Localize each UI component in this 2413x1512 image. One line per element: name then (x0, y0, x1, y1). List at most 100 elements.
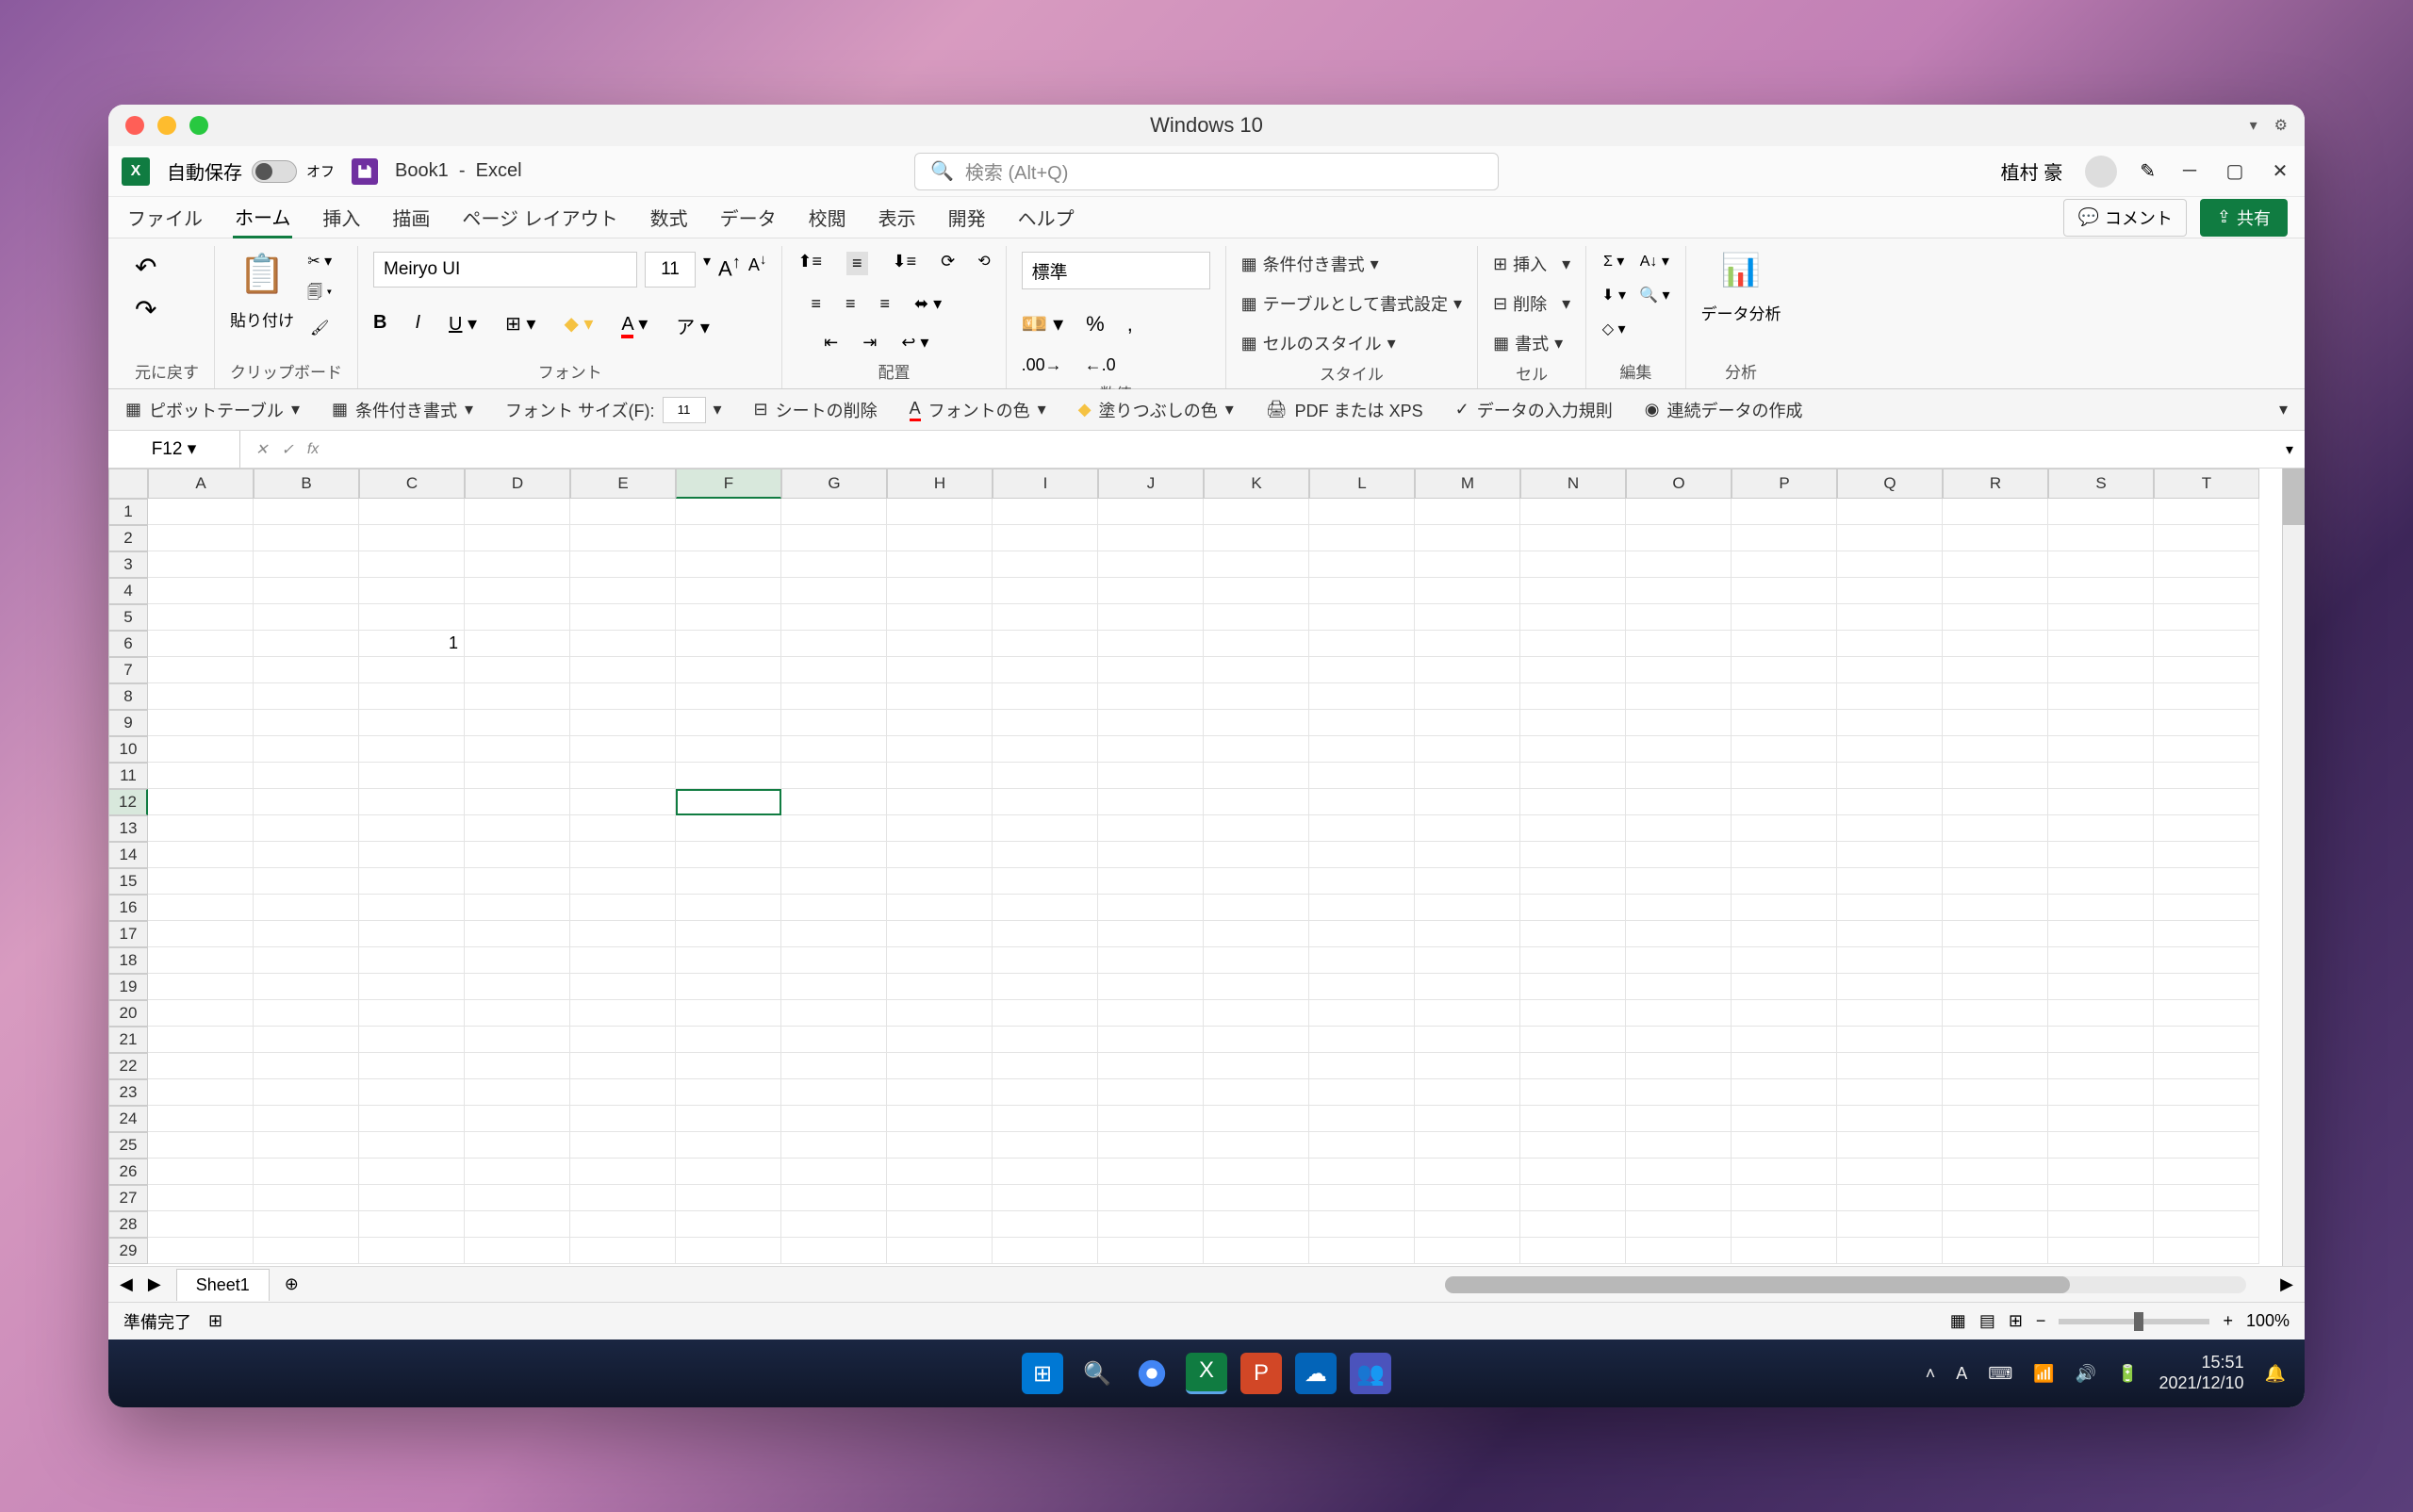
conditional-formatting-button[interactable]: ▦ 条件付き書式 ▾ (1241, 252, 1379, 276)
cell-R12[interactable] (1943, 789, 2048, 815)
cell-A24[interactable] (148, 1106, 254, 1132)
row-header-9[interactable]: 9 (108, 710, 148, 736)
cell-F8[interactable] (676, 683, 781, 710)
cell-T9[interactable] (2154, 710, 2259, 736)
cell-G26[interactable] (781, 1159, 887, 1185)
cell-P1[interactable] (1732, 499, 1837, 525)
clipboard-icon[interactable]: 📋 (238, 252, 286, 296)
cell-C15[interactable] (359, 868, 465, 895)
tab-view[interactable]: 表示 (877, 198, 918, 237)
cell-N26[interactable] (1520, 1159, 1626, 1185)
cell-C27[interactable] (359, 1185, 465, 1211)
cell-N5[interactable] (1520, 604, 1626, 631)
italic-button[interactable]: I (415, 312, 420, 339)
cell-G6[interactable] (781, 631, 887, 657)
cell-A1[interactable] (148, 499, 254, 525)
cell-F14[interactable] (676, 842, 781, 868)
cell-C6[interactable]: 1 (359, 631, 465, 657)
cell-S19[interactable] (2048, 974, 2154, 1000)
comma-button[interactable]: , (1127, 312, 1133, 337)
cell-G28[interactable] (781, 1211, 887, 1238)
cell-O25[interactable] (1626, 1132, 1732, 1159)
find-select-button[interactable]: 🔍 ▾ (1639, 286, 1669, 304)
cell-P24[interactable] (1732, 1106, 1837, 1132)
data-analysis-icon[interactable]: 📊 (1721, 252, 1761, 289)
cell-A5[interactable] (148, 604, 254, 631)
cell-S29[interactable] (2048, 1238, 2154, 1264)
cell-C13[interactable] (359, 815, 465, 842)
cell-H29[interactable] (887, 1238, 993, 1264)
cell-P23[interactable] (1732, 1079, 1837, 1106)
cell-B18[interactable] (254, 947, 359, 974)
cell-T27[interactable] (2154, 1185, 2259, 1211)
cell-O10[interactable] (1626, 736, 1732, 763)
cell-S9[interactable] (2048, 710, 2154, 736)
cell-I19[interactable] (993, 974, 1098, 1000)
cell-E29[interactable] (570, 1238, 676, 1264)
dropdown-icon[interactable]: ▾ (703, 252, 711, 288)
cell-Q20[interactable] (1837, 1000, 1943, 1027)
cell-N10[interactable] (1520, 736, 1626, 763)
new-sheet-button[interactable]: ⊕ (285, 1274, 299, 1294)
cell-E5[interactable] (570, 604, 676, 631)
cell-O27[interactable] (1626, 1185, 1732, 1211)
cell-B21[interactable] (254, 1027, 359, 1053)
increase-font-button[interactable]: A↑ (718, 252, 741, 288)
cell-K8[interactable] (1204, 683, 1309, 710)
phonetic-button[interactable]: ア ▾ (676, 312, 710, 339)
cell-G4[interactable] (781, 578, 887, 604)
cell-N21[interactable] (1520, 1027, 1626, 1053)
cell-E23[interactable] (570, 1079, 676, 1106)
cell-O6[interactable] (1626, 631, 1732, 657)
cell-N2[interactable] (1520, 525, 1626, 551)
cell-B9[interactable] (254, 710, 359, 736)
search-box[interactable]: 🔍 検索 (Alt+Q) (914, 153, 1499, 190)
cell-T28[interactable] (2154, 1211, 2259, 1238)
cell-Q13[interactable] (1837, 815, 1943, 842)
cell-G29[interactable] (781, 1238, 887, 1264)
cell-T22[interactable] (2154, 1053, 2259, 1079)
keyboard-icon[interactable]: ⌨ (1988, 1364, 2012, 1384)
tray-chevron-icon[interactable]: ˄ (1926, 1364, 1936, 1384)
fill-color-button[interactable]: ◆ ▾ (564, 312, 593, 339)
cell-S25[interactable] (2048, 1132, 2154, 1159)
cell-S28[interactable] (2048, 1211, 2154, 1238)
cell-C2[interactable] (359, 525, 465, 551)
cell-P28[interactable] (1732, 1211, 1837, 1238)
cell-J25[interactable] (1098, 1132, 1204, 1159)
cell-H26[interactable] (887, 1159, 993, 1185)
notification-icon[interactable]: 🔔 (2265, 1364, 2286, 1384)
cell-L23[interactable] (1309, 1079, 1415, 1106)
cell-E12[interactable] (570, 789, 676, 815)
cell-D12[interactable] (465, 789, 570, 815)
cell-C5[interactable] (359, 604, 465, 631)
cell-K28[interactable] (1204, 1211, 1309, 1238)
cell-T2[interactable] (2154, 525, 2259, 551)
cell-M8[interactable] (1415, 683, 1520, 710)
cell-D6[interactable] (465, 631, 570, 657)
cell-M28[interactable] (1415, 1211, 1520, 1238)
cell-L11[interactable] (1309, 763, 1415, 789)
cell-E18[interactable] (570, 947, 676, 974)
cell-D16[interactable] (465, 895, 570, 921)
cell-O2[interactable] (1626, 525, 1732, 551)
cell-C24[interactable] (359, 1106, 465, 1132)
cell-E1[interactable] (570, 499, 676, 525)
gear-icon[interactable]: ⚙ (2274, 116, 2288, 135)
maximize-button[interactable]: ▢ (2224, 160, 2246, 183)
cell-B20[interactable] (254, 1000, 359, 1027)
cell-Q29[interactable] (1837, 1238, 1943, 1264)
cell-P21[interactable] (1732, 1027, 1837, 1053)
zoom-icon[interactable] (189, 116, 208, 135)
cell-K7[interactable] (1204, 657, 1309, 683)
col-header-D[interactable]: D (465, 468, 570, 499)
cell-E19[interactable] (570, 974, 676, 1000)
cell-G24[interactable] (781, 1106, 887, 1132)
row-header-1[interactable]: 1 (108, 499, 148, 525)
cell-I6[interactable] (993, 631, 1098, 657)
cell-D24[interactable] (465, 1106, 570, 1132)
cell-J5[interactable] (1098, 604, 1204, 631)
cell-H20[interactable] (887, 1000, 993, 1027)
tab-page-layout[interactable]: ページ レイアウト (460, 198, 619, 237)
search-button[interactable]: 🔍 (1076, 1353, 1118, 1394)
